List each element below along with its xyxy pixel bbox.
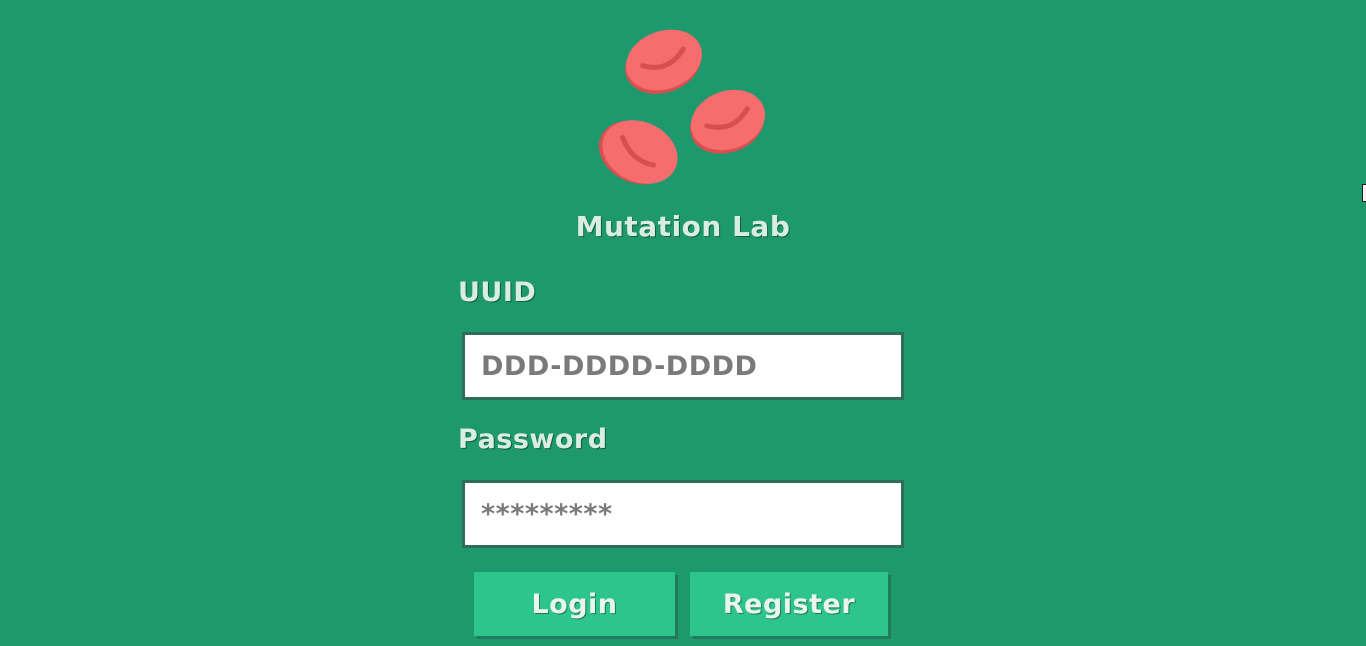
uuid-label: UUID [458, 277, 537, 308]
uuid-input[interactable] [462, 332, 904, 400]
register-button[interactable]: Register [690, 572, 888, 636]
blood-cells-icon [598, 29, 766, 185]
password-label: Password [458, 424, 608, 455]
window-edge-handle [1362, 184, 1366, 202]
password-input[interactable] [462, 480, 904, 548]
login-button[interactable]: Login [474, 572, 675, 636]
login-page: Mutation Lab UUID Password Login Registe… [0, 0, 1366, 646]
app-title: Mutation Lab [575, 210, 791, 243]
